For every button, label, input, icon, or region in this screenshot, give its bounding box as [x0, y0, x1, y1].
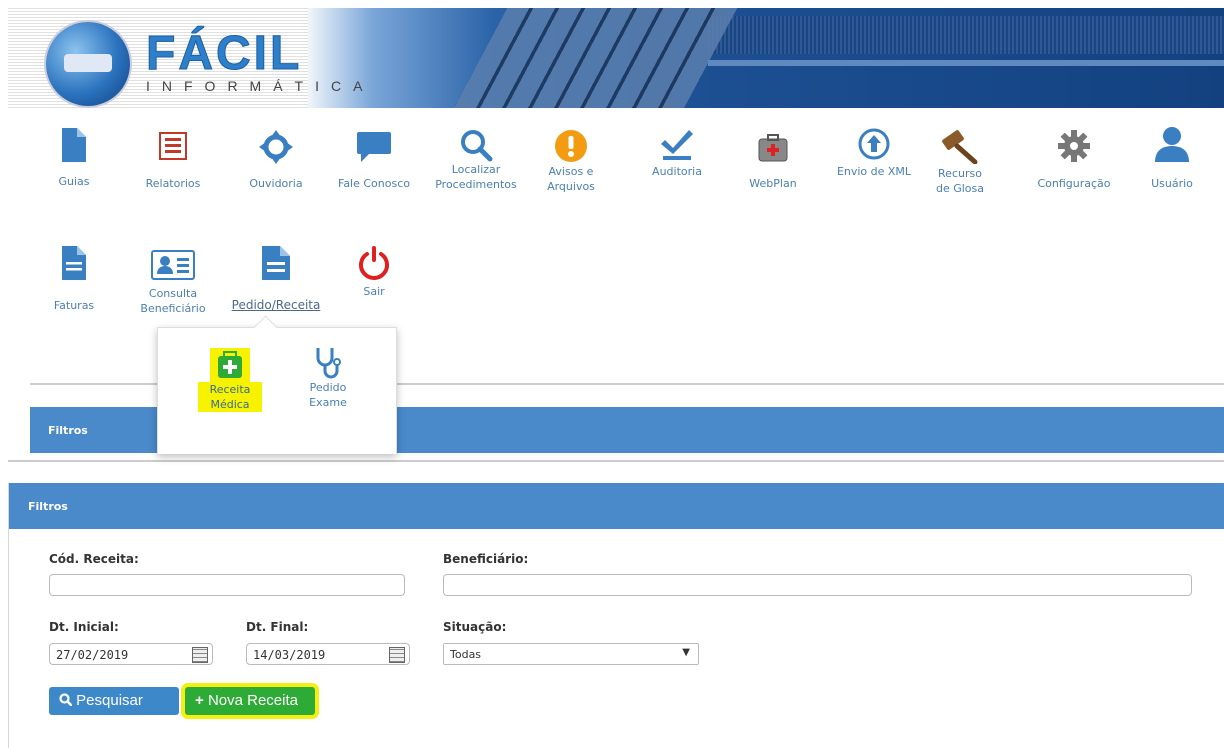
- menu-item-avisos-arquivos[interactable]: Avisos e Arquivos: [536, 130, 606, 194]
- id-card-icon: [151, 250, 195, 280]
- logo-title: FÁCIL: [145, 27, 303, 81]
- dt-inicial-value: 27/02/2019: [56, 648, 129, 662]
- menu-label: Envio de XML: [836, 165, 912, 178]
- chevron-down-icon: ▼: [682, 647, 690, 658]
- dt-inicial-input[interactable]: 27/02/2019: [49, 643, 213, 665]
- menu-label: Configuração: [1037, 177, 1111, 190]
- menu-label: Pedido/Receita: [231, 298, 321, 312]
- menu-item-fale-conosco[interactable]: Fale Conosco: [330, 132, 418, 191]
- menu-label: Fale Conosco: [338, 177, 410, 190]
- gear-icon: [1058, 130, 1090, 162]
- dropdown-item-label: Pedido Exame: [309, 381, 347, 409]
- medical-case-icon: [210, 348, 250, 382]
- menu-label: Usuário: [1151, 177, 1193, 190]
- menu-label: Auditoria: [652, 165, 702, 178]
- menu-label: Avisos e Arquivos: [547, 165, 595, 193]
- menu-item-consulta-beneficiario[interactable]: Consulta Beneficiário: [130, 250, 216, 316]
- invoice-icon: [62, 246, 86, 280]
- search-icon: [59, 693, 73, 707]
- menu-label: Relatorios: [145, 177, 201, 190]
- beneficiario-label: Beneficiário:: [443, 552, 529, 566]
- keyboard-graphic: [443, 8, 743, 108]
- menu-label: Recurso de Glosa: [935, 167, 985, 195]
- menu-item-configuracao[interactable]: Configuração: [1028, 130, 1120, 191]
- dropdown-item-receita-medica[interactable]: Receita Médica: [198, 348, 262, 412]
- gavel-icon: [942, 130, 978, 164]
- check-icon: [661, 130, 693, 160]
- chat-icon: [357, 132, 391, 162]
- document-icon: [62, 128, 86, 162]
- situacao-value: Todas: [450, 648, 482, 661]
- dt-final-label: Dt. Final:: [246, 620, 309, 634]
- plus-icon: +: [195, 692, 204, 709]
- menu-item-webplan[interactable]: WebPlan: [740, 134, 806, 191]
- menu-item-relatorios[interactable]: Relatorios: [138, 132, 208, 191]
- menu-label: Ouvidoria: [249, 177, 303, 190]
- separator: [8, 460, 1224, 462]
- user-icon: [1155, 127, 1189, 162]
- dropdown-item-label: Receita Médica: [198, 382, 262, 412]
- pedido-receita-dropdown: Receita Médica Pedido Exame: [157, 327, 397, 454]
- calendar-icon[interactable]: [192, 647, 208, 663]
- filters-form: Cód. Receita: Beneficiário: Dt. Inicial:…: [8, 483, 1224, 748]
- menu-item-pedido-receita[interactable]: Pedido/Receita: [226, 246, 326, 313]
- upload-icon: [858, 128, 890, 160]
- menu-item-faturas[interactable]: Faturas: [44, 246, 104, 313]
- list-icon: [159, 132, 187, 160]
- logo-globe-icon: [46, 22, 130, 106]
- menu-item-envio-xml[interactable]: Envio de XML: [826, 128, 922, 179]
- menu-label: WebPlan: [749, 177, 797, 190]
- menu-label: Sair: [363, 285, 385, 298]
- dt-inicial-label: Dt. Inicial:: [49, 620, 119, 634]
- menu-item-sair[interactable]: Sair: [350, 246, 398, 299]
- menu-label: Localizar Procedimentos: [435, 163, 517, 191]
- panel-title: Filtros: [48, 424, 88, 437]
- menu-item-usuario[interactable]: Usuário: [1140, 126, 1204, 191]
- menu-label: Guias: [58, 175, 90, 188]
- menu-label: Consulta Beneficiário: [140, 287, 206, 315]
- medkit-icon: [758, 134, 788, 162]
- nova-receita-button[interactable]: + Nova Receita: [185, 687, 315, 715]
- calendar-icon[interactable]: [389, 647, 405, 663]
- header-banner: FÁCIL INFORMÁTICA: [8, 8, 1224, 108]
- situacao-select[interactable]: Todas ▼: [443, 643, 699, 665]
- crosshair-icon: [259, 130, 293, 164]
- search-icon: [461, 130, 493, 162]
- menu-item-localizar-procedimentos[interactable]: Localizar Procedimentos: [426, 128, 526, 192]
- menu-item-recurso-glosa[interactable]: Recurso de Glosa: [930, 128, 990, 196]
- banner-texture: [708, 16, 1224, 54]
- pesquisar-button[interactable]: Pesquisar: [49, 687, 179, 715]
- menu-item-auditoria[interactable]: Auditoria: [644, 128, 710, 179]
- power-icon: [359, 246, 389, 280]
- menu-item-ouvidoria[interactable]: Ouvidoria: [238, 130, 314, 191]
- alert-icon: [555, 130, 587, 162]
- dt-final-value: 14/03/2019: [253, 648, 326, 662]
- menu-label: Faturas: [53, 299, 95, 312]
- cod-receita-label: Cód. Receita:: [49, 552, 139, 566]
- logo-subtitle: INFORMÁTICA: [146, 78, 375, 94]
- banner-bar: [708, 60, 1224, 66]
- nova-receita-label: Nova Receita: [207, 692, 298, 709]
- situacao-label: Situação:: [443, 620, 507, 634]
- dt-final-input[interactable]: 14/03/2019: [246, 643, 410, 665]
- cod-receita-input[interactable]: [49, 574, 405, 596]
- dropdown-item-pedido-exame[interactable]: Pedido Exame: [296, 346, 360, 410]
- prescription-icon: [262, 246, 290, 280]
- beneficiario-input[interactable]: [443, 574, 1192, 596]
- pesquisar-label: Pesquisar: [76, 692, 143, 709]
- menu-item-guias[interactable]: Guias: [44, 128, 104, 189]
- stethoscope-icon: [316, 348, 341, 379]
